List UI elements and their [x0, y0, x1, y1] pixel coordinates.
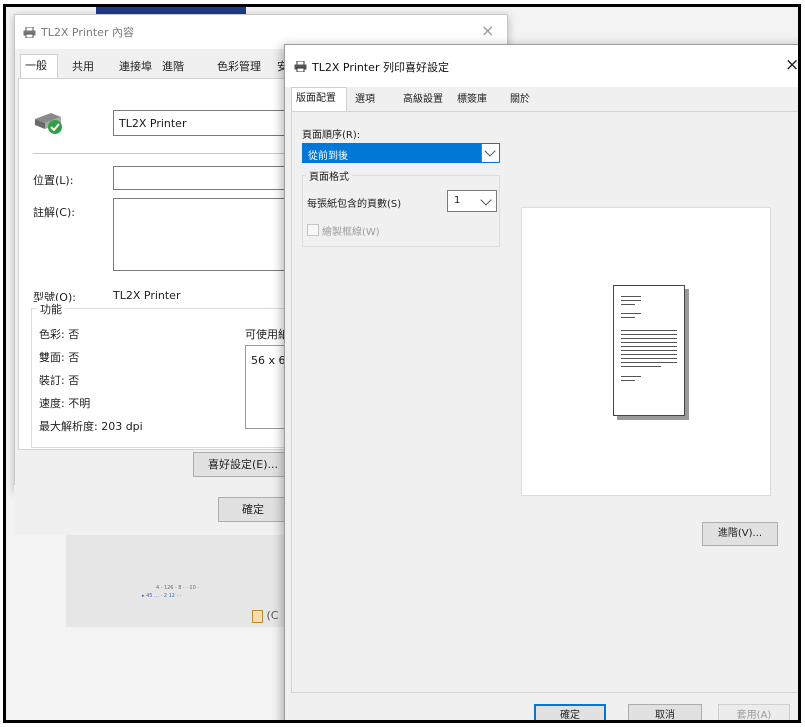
tab-sharing[interactable]: 共用: [68, 56, 98, 78]
page-preview: [521, 207, 771, 496]
printer-name-field[interactable]: TL2X Printer: [113, 110, 313, 136]
feature-duplex: 雙面: 否: [39, 351, 80, 364]
close-icon[interactable]: ×: [481, 21, 494, 40]
printer-icon: [23, 27, 36, 38]
feature-color: 色彩: 否: [39, 328, 80, 341]
pages-per-sheet-dropdown[interactable]: 1: [447, 190, 497, 212]
feature-max-resolution: 最大解析度: 203 dpi: [39, 420, 143, 433]
preferences-button[interactable]: 喜好設定(E)...: [193, 452, 293, 477]
page-order-dropdown[interactable]: 從前到後: [302, 143, 500, 163]
printer-icon: [294, 61, 307, 72]
properties-title: TL2X Printer 內容: [41, 26, 134, 39]
ruler-text: 4 · 126 · 8 · · 10 ·: [156, 585, 199, 591]
ok-button[interactable]: 確定: [534, 704, 606, 720]
chevron-down-icon: [481, 144, 499, 162]
feature-staple: 裝訂: 否: [39, 374, 80, 387]
tab-about[interactable]: 關於: [506, 89, 534, 111]
chevron-down-icon: [480, 194, 492, 206]
paste-label: (C: [266, 609, 279, 622]
tab-advanced[interactable]: 進階: [158, 56, 188, 78]
pages-per-sheet-value: 1: [454, 195, 461, 206]
properties-ok-button[interactable]: 確定: [218, 497, 288, 522]
location-label: 位置(L):: [33, 174, 74, 187]
page-order-value: 從前到後: [308, 151, 348, 162]
document-status-fragment: ▸ 45 … · 2 12 · ·: [142, 593, 262, 603]
paste-fragment[interactable]: (C: [252, 609, 282, 627]
comment-field[interactable]: [113, 198, 313, 271]
layout-panel: 頁面順序(R): 從前到後 頁面格式 每張紙包含的頁數(S) 1 繪製框線(W): [291, 111, 798, 693]
printer-status-icon: [35, 113, 62, 134]
cancel-button[interactable]: 取消: [628, 704, 702, 720]
paste-icon: [252, 609, 263, 623]
features-title: 功能: [37, 301, 65, 317]
status-text: ▸ 45 … · 2 12 · ·: [142, 593, 182, 599]
tab-label-library[interactable]: 標簽庫: [453, 89, 491, 111]
paper-available-label: 可使用紙: [245, 328, 289, 341]
model-value: TL2X Printer: [113, 289, 181, 302]
tab-general[interactable]: 一般: [20, 54, 58, 78]
paper-item[interactable]: 56 x 6: [251, 354, 286, 367]
pages-per-sheet-label: 每張紙包含的頁數(S): [307, 199, 402, 210]
draw-borders-checkbox[interactable]: [307, 224, 319, 236]
feature-speed: 速度: 不明: [39, 397, 91, 410]
advanced-button[interactable]: 進階(V)...: [702, 522, 778, 546]
tab-advanced-settings[interactable]: 高級設置: [399, 89, 447, 111]
tab-color-management[interactable]: 色彩管理: [213, 56, 265, 78]
tab-ports[interactable]: 連接埠: [115, 56, 156, 78]
tab-layout[interactable]: 版面配置: [291, 87, 347, 111]
preferences-titlebar: TL2X Printer 列印喜好設定 ×: [285, 45, 798, 87]
draw-borders-label: 繪製框線(W): [322, 227, 380, 238]
close-icon[interactable]: ×: [785, 55, 798, 75]
page-format-title: 頁面格式: [306, 168, 352, 183]
page-order-label: 頁面順序(R):: [302, 130, 361, 141]
screenshot-frame: TL2X Printer 內容 × 一般 共用 連接埠 進階 色彩管理 安 TL…: [3, 4, 801, 723]
apply-button[interactable]: 套用(A): [718, 704, 790, 720]
preferences-title: TL2X Printer 列印喜好設定: [312, 61, 449, 74]
printer-name-value: TL2X Printer: [119, 117, 187, 130]
printing-preferences-window: TL2X Printer 列印喜好設定 × 版面配置 選項 高級設置 標簽庫 關…: [284, 44, 798, 720]
tab-options[interactable]: 選項: [351, 89, 379, 111]
comment-label: 註解(C):: [33, 206, 75, 219]
location-field[interactable]: [113, 166, 313, 190]
page-preview-sheet: [613, 285, 685, 416]
preferences-tabs: 版面配置 選項 高級設置 標簽庫 關於: [285, 87, 798, 111]
